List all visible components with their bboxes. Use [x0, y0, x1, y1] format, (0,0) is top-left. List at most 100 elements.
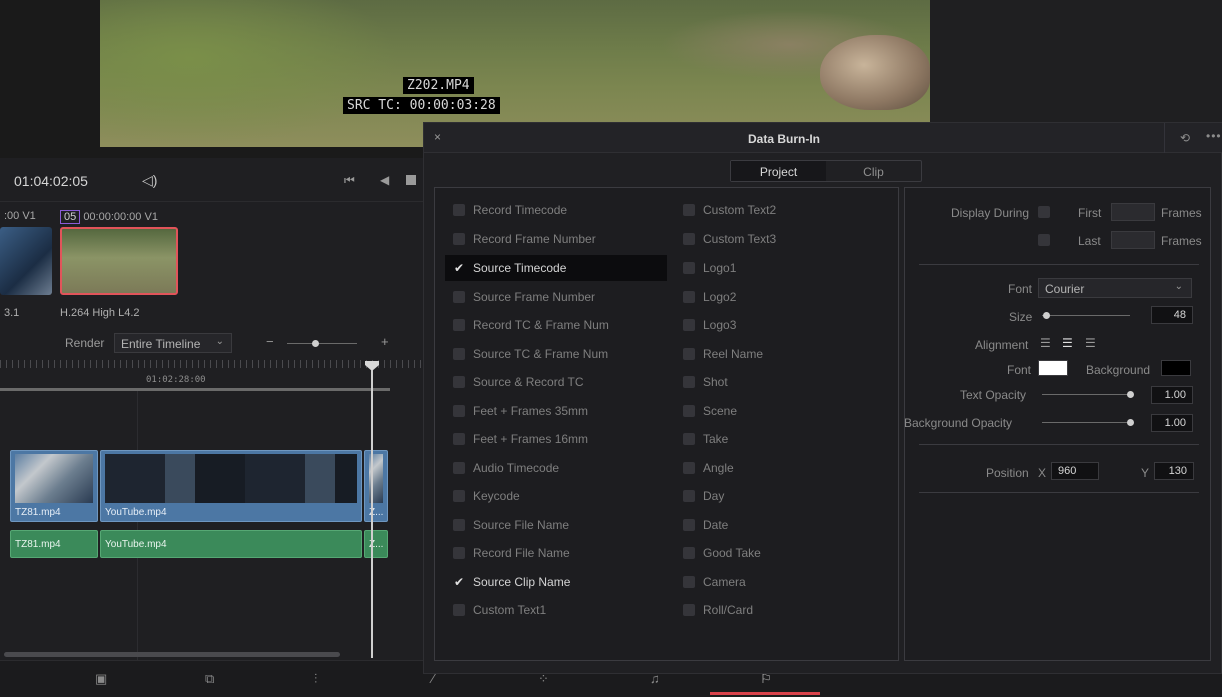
checkbox[interactable]: [683, 547, 695, 559]
checkbox[interactable]: [453, 405, 465, 417]
size-input[interactable]: 48: [1151, 306, 1193, 324]
option-audio-timecode[interactable]: Audio Timecode: [445, 455, 667, 481]
option-source-timecode[interactable]: ✔ Source Timecode: [445, 255, 667, 281]
skip-to-start-icon[interactable]: ⏮: [344, 173, 355, 188]
font-select[interactable]: Courier ⌄: [1038, 278, 1192, 298]
align-left-icon[interactable]: ☰: [1040, 336, 1051, 350]
audio-clip[interactable]: TZ81.mp4: [10, 530, 98, 558]
clip-thumbnail[interactable]: [0, 227, 52, 295]
checkbox[interactable]: [453, 233, 465, 245]
checkmark-icon[interactable]: ✔: [453, 576, 465, 588]
more-options-icon[interactable]: •••: [1206, 129, 1222, 143]
option-logo2[interactable]: Logo2: [675, 284, 897, 310]
text-opacity-slider-track[interactable]: [1042, 394, 1130, 395]
option-scene[interactable]: Scene: [675, 398, 897, 424]
checkbox[interactable]: [453, 547, 465, 559]
option-source-frame-number[interactable]: Source Frame Number: [445, 284, 667, 310]
checkbox[interactable]: [683, 262, 695, 274]
last-frames-input[interactable]: [1111, 231, 1155, 249]
clip-thumbnail-selected[interactable]: [60, 227, 178, 295]
text-opacity-slider-handle[interactable]: [1127, 391, 1134, 398]
checkbox[interactable]: [683, 204, 695, 216]
checkbox[interactable]: [683, 233, 695, 245]
size-slider-track[interactable]: [1042, 315, 1130, 316]
option-angle[interactable]: Angle: [675, 455, 897, 481]
option-source-record-tc[interactable]: Source & Record TC: [445, 369, 667, 395]
zoom-slider-track[interactable]: [287, 343, 357, 344]
checkbox[interactable]: [683, 376, 695, 388]
last-frames-checkbox[interactable]: [1038, 234, 1050, 246]
option-source-tc-frame-num[interactable]: Source TC & Frame Num: [445, 341, 667, 367]
option-source-file-name[interactable]: Source File Name: [445, 512, 667, 538]
checkbox[interactable]: [683, 519, 695, 531]
play-reverse-icon[interactable]: ◀: [380, 173, 389, 187]
option-custom-text2[interactable]: Custom Text2: [675, 197, 897, 223]
zoom-out-icon[interactable]: −: [266, 334, 274, 349]
checkbox[interactable]: [683, 405, 695, 417]
option-record-timecode[interactable]: Record Timecode: [445, 197, 667, 223]
option-reel-name[interactable]: Reel Name: [675, 341, 897, 367]
option-day[interactable]: Day: [675, 483, 897, 509]
checkbox[interactable]: [453, 462, 465, 474]
checkmark-icon[interactable]: ✔: [453, 262, 465, 274]
checkbox[interactable]: [683, 576, 695, 588]
timeline-ruler[interactable]: [0, 360, 423, 388]
option-take[interactable]: Take: [675, 426, 897, 452]
render-range-select[interactable]: Entire Timeline ⌄: [114, 333, 232, 353]
option-source-clip-name[interactable]: ✔ Source Clip Name: [445, 569, 667, 595]
text-opacity-input[interactable]: 1.00: [1151, 386, 1193, 404]
checkbox[interactable]: [453, 376, 465, 388]
zoom-slider-handle[interactable]: [312, 340, 319, 347]
option-custom-text1[interactable]: Custom Text1: [445, 597, 667, 623]
cut-page-icon[interactable]: ⧉: [205, 671, 214, 687]
first-frames-input[interactable]: [1111, 203, 1155, 221]
option-record-tc-frame-num[interactable]: Record TC & Frame Num: [445, 312, 667, 338]
first-frames-checkbox[interactable]: [1038, 206, 1050, 218]
checkbox[interactable]: [453, 490, 465, 502]
position-y-input[interactable]: 130: [1154, 462, 1194, 480]
audio-clip[interactable]: Z...: [364, 530, 388, 558]
stop-icon[interactable]: [406, 175, 416, 185]
option-logo3[interactable]: Logo3: [675, 312, 897, 338]
checkbox[interactable]: [683, 462, 695, 474]
tab-clip[interactable]: Clip: [826, 161, 921, 181]
background-opacity-slider-handle[interactable]: [1127, 419, 1134, 426]
align-right-icon[interactable]: ☰: [1085, 336, 1096, 350]
option-feet-frames-35mm[interactable]: Feet + Frames 35mm: [445, 398, 667, 424]
background-opacity-input[interactable]: 1.00: [1151, 414, 1193, 432]
video-clip[interactable]: YouTube.mp4: [100, 450, 362, 522]
checkbox[interactable]: [453, 433, 465, 445]
checkbox[interactable]: [683, 348, 695, 360]
option-keycode[interactable]: Keycode: [445, 483, 667, 509]
video-clip[interactable]: Z...: [364, 450, 388, 522]
audio-clip[interactable]: YouTube.mp4: [100, 530, 362, 558]
checkbox[interactable]: [453, 291, 465, 303]
playhead-line[interactable]: [371, 370, 373, 658]
tab-project[interactable]: Project: [731, 161, 826, 181]
checkbox[interactable]: [683, 319, 695, 331]
option-roll-card[interactable]: Roll/Card: [675, 597, 897, 623]
position-x-input[interactable]: 960: [1051, 462, 1099, 480]
option-shot[interactable]: Shot: [675, 369, 897, 395]
size-slider-handle[interactable]: [1043, 312, 1050, 319]
zoom-in-icon[interactable]: +: [381, 334, 389, 349]
background-color-swatch[interactable]: [1161, 360, 1191, 376]
checkbox[interactable]: [683, 490, 695, 502]
volume-icon[interactable]: ◁): [142, 172, 157, 189]
checkbox[interactable]: [453, 519, 465, 531]
checkbox[interactable]: [683, 433, 695, 445]
checkbox[interactable]: [453, 348, 465, 360]
option-camera[interactable]: Camera: [675, 569, 897, 595]
option-logo1[interactable]: Logo1: [675, 255, 897, 281]
media-page-icon[interactable]: ▣: [95, 671, 107, 687]
option-date[interactable]: Date: [675, 512, 897, 538]
checkbox[interactable]: [683, 604, 695, 616]
option-record-file-name[interactable]: Record File Name: [445, 540, 667, 566]
option-custom-text3[interactable]: Custom Text3: [675, 226, 897, 252]
option-good-take[interactable]: Good Take: [675, 540, 897, 566]
edit-page-icon[interactable]: ⫶: [314, 671, 317, 687]
checkbox[interactable]: [453, 204, 465, 216]
checkbox[interactable]: [453, 604, 465, 616]
option-record-frame-number[interactable]: Record Frame Number: [445, 226, 667, 252]
option-feet-frames-16mm[interactable]: Feet + Frames 16mm: [445, 426, 667, 452]
